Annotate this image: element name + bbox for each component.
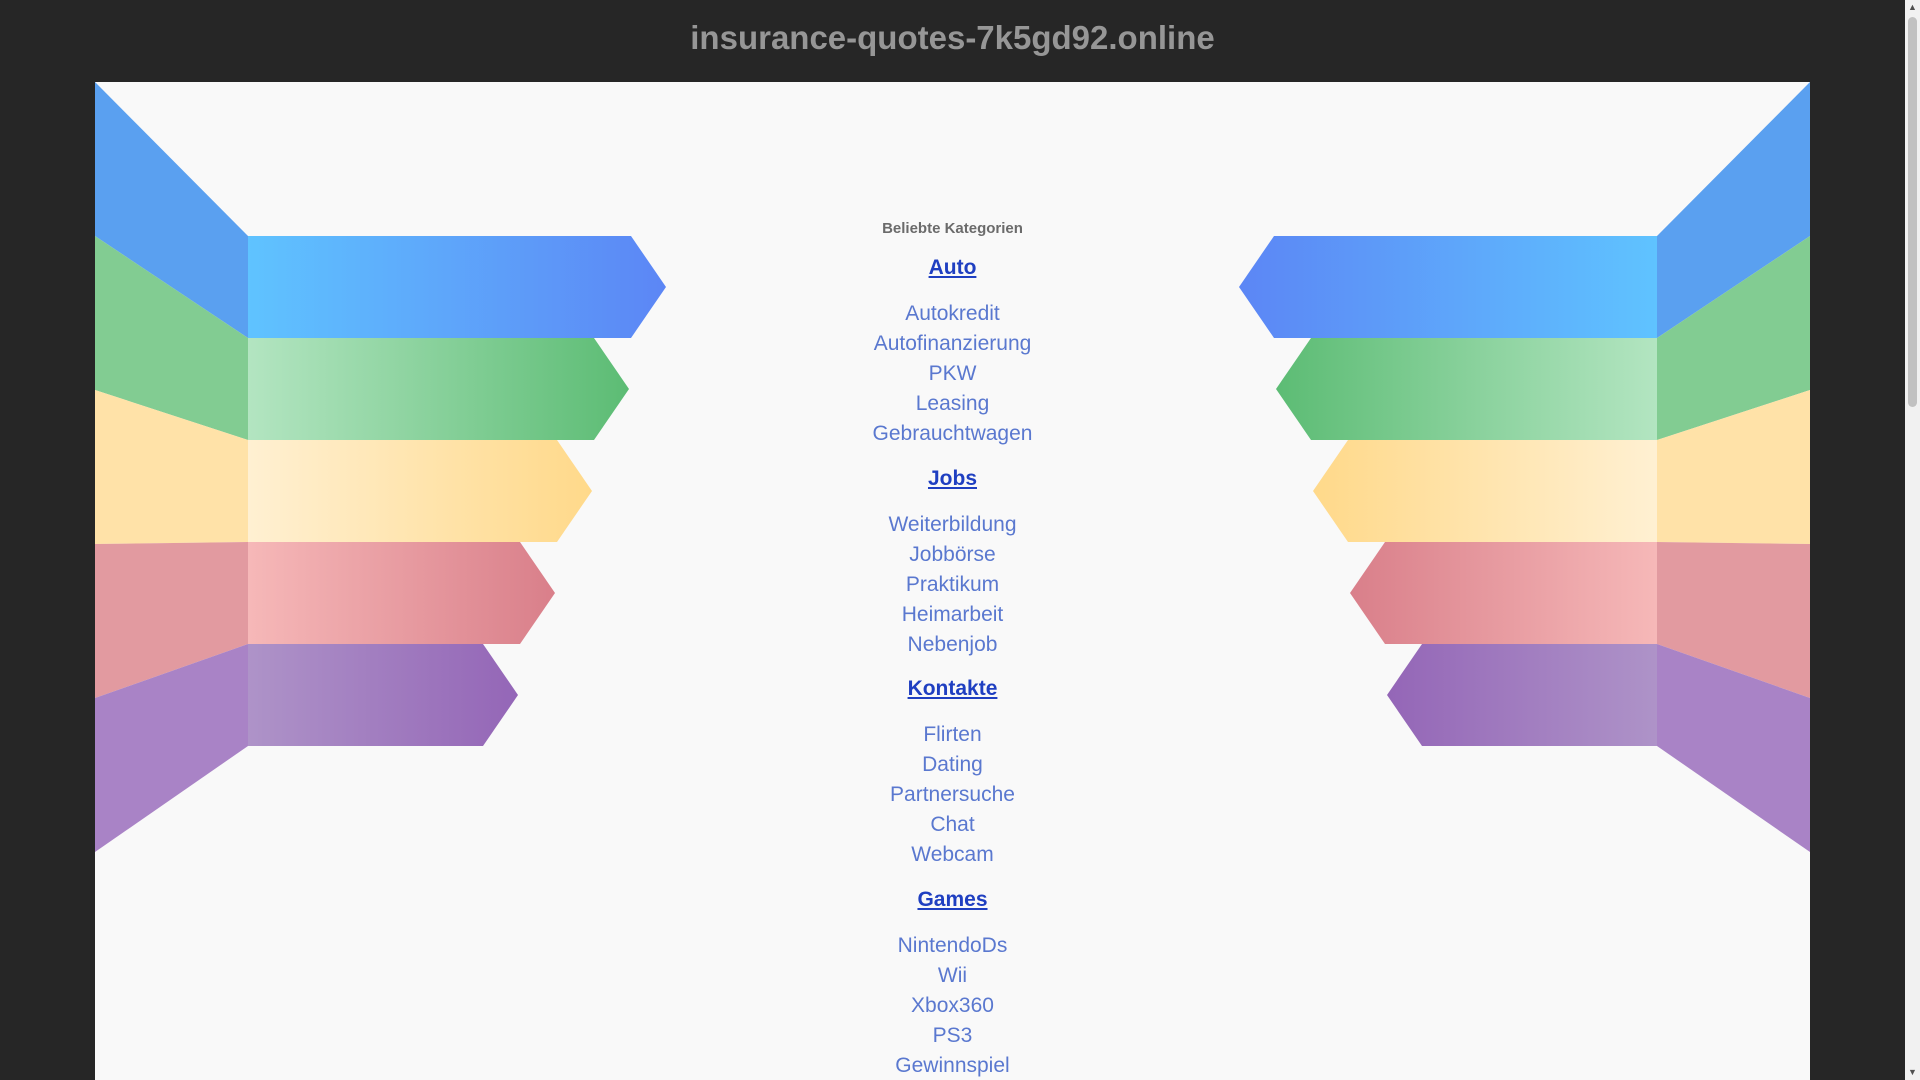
category-link[interactable]: Jobbörse: [95, 543, 1810, 567]
category-link[interactable]: Gewinnspiel: [95, 1054, 1810, 1078]
domain-title: insurance-quotes-7k5gd92.online: [690, 19, 1215, 56]
category-link[interactable]: Praktikum: [95, 573, 1810, 597]
category-link[interactable]: Autokredit: [95, 302, 1810, 326]
category-link[interactable]: Heimarbeit: [95, 603, 1810, 627]
category-link[interactable]: Webcam: [95, 843, 1810, 867]
category-link[interactable]: Dating: [95, 753, 1810, 777]
content-panel: Beliebte Kategorien Auto Autokredit Auto…: [95, 82, 1810, 1080]
category-link[interactable]: Weiterbildung: [95, 513, 1810, 537]
category-heading-kontakte[interactable]: Kontakte: [95, 677, 1810, 701]
category-link[interactable]: PS3: [95, 1024, 1810, 1048]
category-link[interactable]: Chat: [95, 813, 1810, 837]
vertical-scrollbar[interactable]: ▲ ▼: [1905, 0, 1920, 1080]
section-title: Beliebte Kategorien: [882, 220, 1023, 237]
scrollbar-thumb[interactable]: [1908, 17, 1917, 407]
category-link[interactable]: Leasing: [95, 392, 1810, 416]
category-heading-auto[interactable]: Auto: [95, 256, 1810, 280]
category-link[interactable]: NintendoDs: [95, 934, 1810, 958]
category-link[interactable]: PKW: [95, 362, 1810, 386]
site-header: insurance-quotes-7k5gd92.online: [0, 0, 1905, 82]
category-heading-jobs[interactable]: Jobs: [95, 467, 1810, 491]
category-link[interactable]: Nebenjob: [95, 633, 1810, 657]
scroll-up-icon[interactable]: ▲: [1905, 0, 1920, 15]
category-link[interactable]: Partnersuche: [95, 783, 1810, 807]
category-link[interactable]: Autofinanzierung: [95, 332, 1810, 356]
category-link[interactable]: Xbox360: [95, 994, 1810, 1018]
category-link[interactable]: Gebrauchtwagen: [95, 422, 1810, 446]
category-heading-games[interactable]: Games: [95, 888, 1810, 912]
category-link[interactable]: Flirten: [95, 723, 1810, 747]
category-link[interactable]: Wii: [95, 964, 1810, 988]
scroll-down-icon[interactable]: ▼: [1905, 1065, 1920, 1080]
